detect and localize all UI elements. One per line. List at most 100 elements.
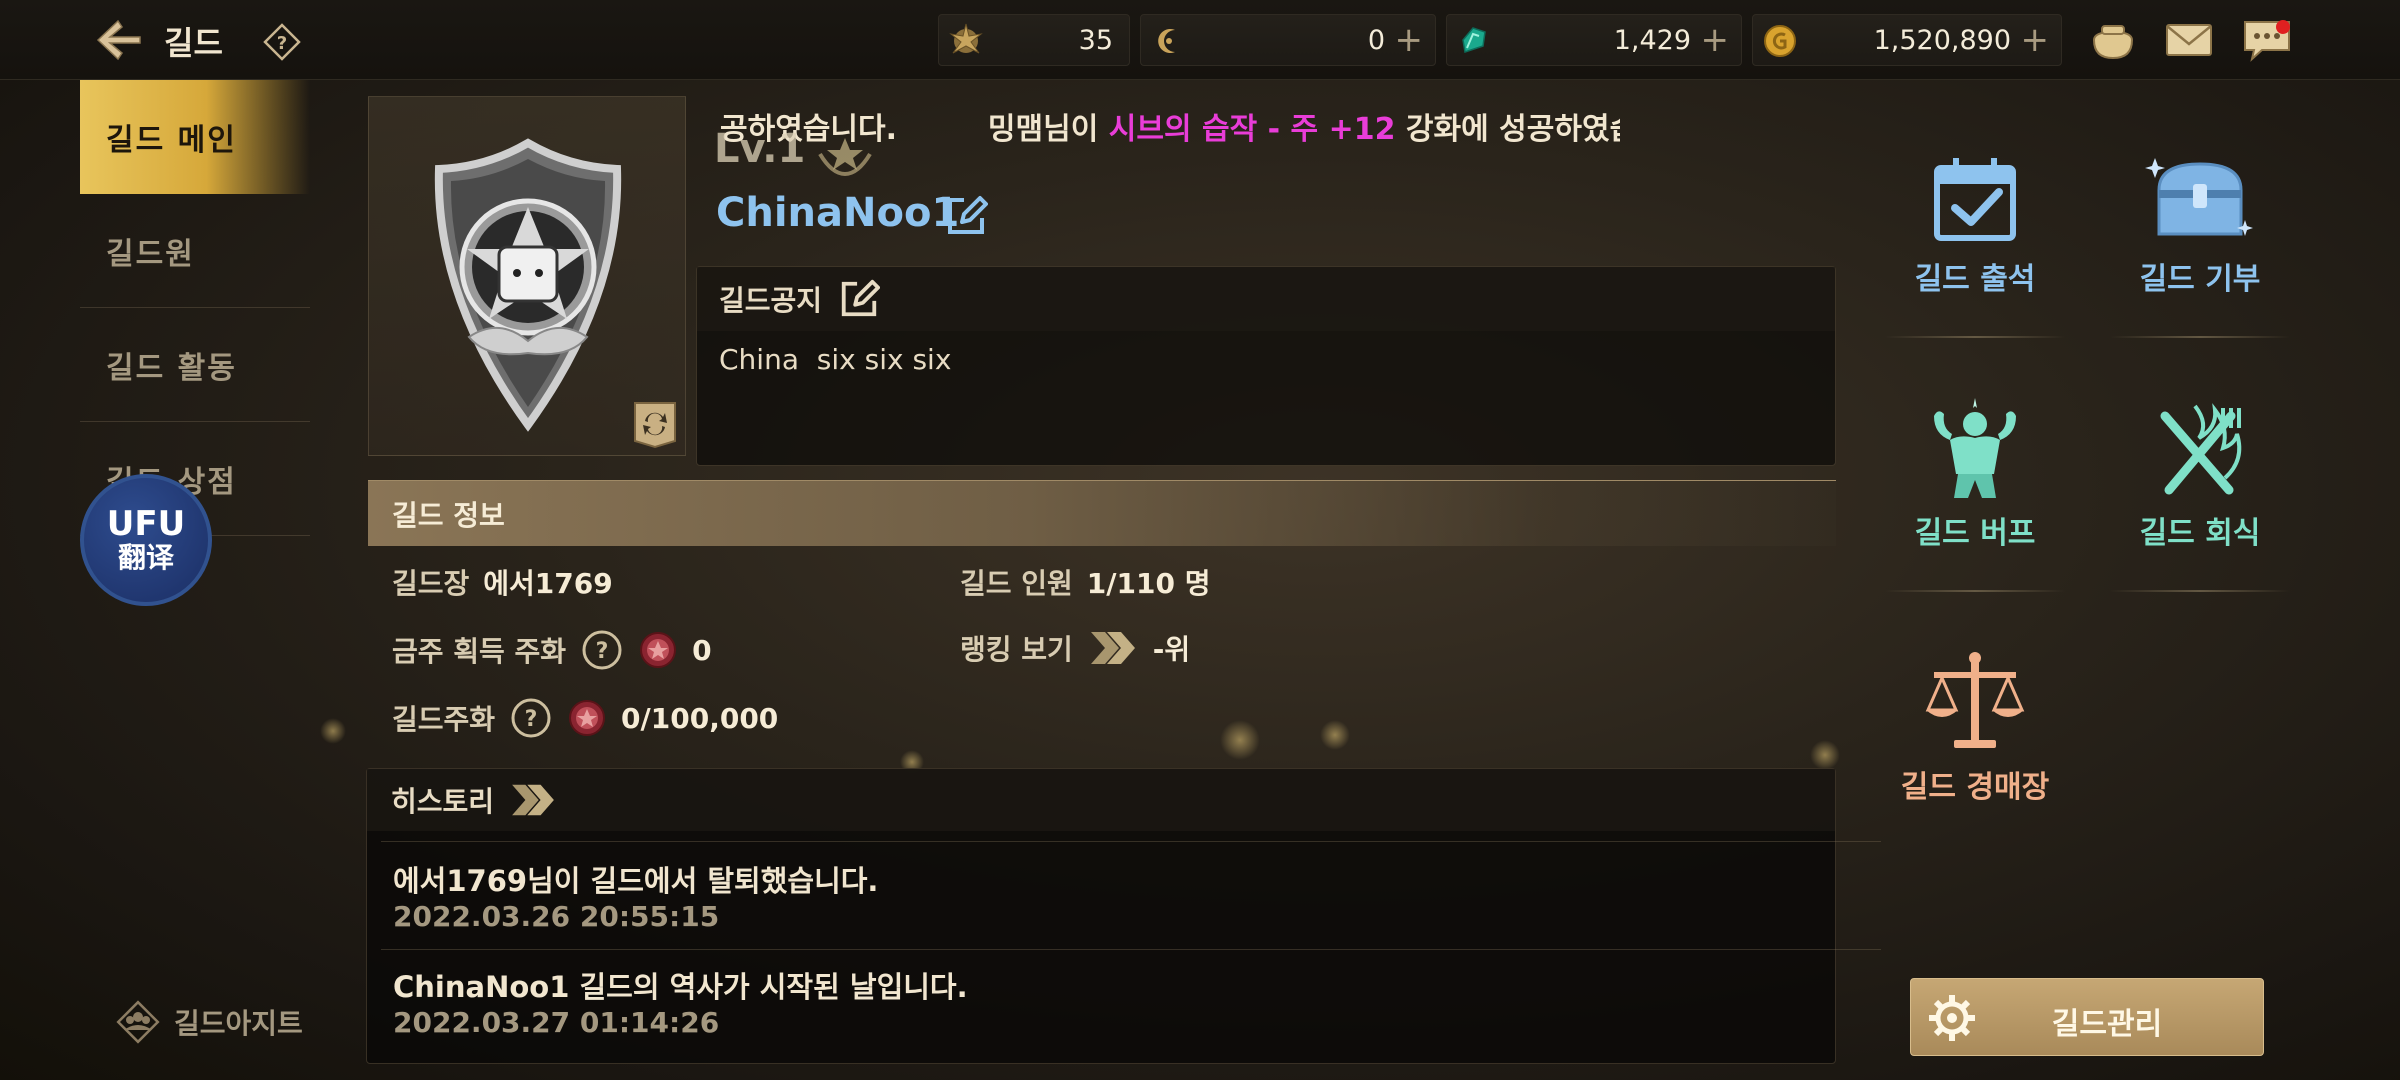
buff-button[interactable]: 길드 버프 <box>1875 394 2075 552</box>
translate-logo: UFU <box>106 504 186 544</box>
ranking-label: 랭킹 보기 <box>960 633 1073 666</box>
top-bar: 길드 ? 35 0 + 1,429 + 1,520,890 + <box>0 0 2400 80</box>
svg-text:?: ? <box>596 639 609 664</box>
guild-notice-panel: 길드공지 China six six six <box>696 266 1836 466</box>
nav-item-activity[interactable]: 길드 활동 <box>80 308 310 422</box>
divider <box>1885 336 2065 338</box>
left-nav: 길드 메인 길드원 길드 활동 길드 상점 <box>80 80 310 536</box>
notice-text: China six six six <box>719 343 952 376</box>
leader-label: 길드장 <box>392 567 470 600</box>
history-item: ChinaNoo1 길드의 역사가 시작된 날입니다. 2022.03.27 0… <box>381 949 1881 1053</box>
bag-button[interactable] <box>2086 14 2140 66</box>
ranking-row[interactable]: 랭킹 보기 -위 <box>960 628 1190 668</box>
history-title: 히스토리 <box>391 785 495 818</box>
leader-value: 에서1769 <box>483 567 613 600</box>
nav-item-members[interactable]: 길드원 <box>80 194 310 308</box>
donation-label: 길드 기부 <box>2139 262 2261 297</box>
guild-coin-icon <box>640 632 677 668</box>
page-title: 길드 <box>164 24 223 62</box>
buff-label: 길드 버프 <box>1914 516 2036 551</box>
history-message: ChinaNoo1 길드의 역사가 시작된 날입니다. <box>393 970 968 1004</box>
notification-dot <box>2276 20 2290 34</box>
edit-notice-icon[interactable] <box>838 278 881 320</box>
guild-info-title: 길드 정보 <box>392 498 505 532</box>
attendance-label: 길드 출석 <box>1914 262 2036 297</box>
double-chevron-right-icon[interactable] <box>1087 628 1139 668</box>
fork-knife-icon <box>2160 403 2242 495</box>
guild-hideout-button[interactable]: 길드아지트 <box>110 998 303 1046</box>
donation-button[interactable]: 길드 기부 <box>2100 150 2300 298</box>
guild-coins-value: 0/100,000 <box>621 701 779 735</box>
back-button[interactable] <box>92 14 148 66</box>
leader-row: 길드장 에서1769 <box>392 562 613 602</box>
notice-title: 길드공지 <box>719 284 823 317</box>
svg-text:?: ? <box>277 33 287 54</box>
ticker-user: 밍맴님이 <box>987 112 1109 147</box>
back-arrow-icon <box>96 19 141 61</box>
nav-item-label: 길드원 <box>106 236 195 272</box>
chat-button[interactable] <box>2240 14 2294 66</box>
help-button[interactable]: ? <box>262 22 302 62</box>
history-time: 2022.03.27 01:14:26 <box>393 1006 720 1039</box>
divider <box>2110 336 2290 338</box>
translate-button[interactable]: UFU 翻译 <box>80 474 212 606</box>
hideout-icon <box>116 1000 160 1044</box>
members-value: 1/110 명 <box>1086 567 1211 600</box>
dinner-button[interactable]: 길드 회식 <box>2100 394 2300 552</box>
history-message: 에서1769님이 길드에서 탈퇴했습니다. <box>393 864 879 898</box>
add-gold-button[interactable]: + <box>2021 23 2050 57</box>
mail-icon <box>2166 24 2212 56</box>
pouch-icon <box>2092 25 2134 60</box>
help-weekly-icon[interactable]: ? <box>580 628 624 672</box>
question-icon: ? <box>263 23 301 61</box>
level-badge-icon <box>818 138 872 177</box>
dinner-label: 길드 회식 <box>2139 516 2261 551</box>
translate-label: 翻译 <box>117 541 174 574</box>
edit-icon <box>948 196 988 234</box>
green-gem-icon <box>1462 27 1486 53</box>
auction-button[interactable]: 길드 경매장 <box>1875 648 2075 806</box>
guild-level: Lv.1 <box>714 126 806 172</box>
history-time: 2022.03.26 20:55:15 <box>393 900 720 933</box>
star-medal-icon <box>949 23 983 54</box>
currency-star: 35 <box>938 14 1130 66</box>
guild-coins-row: 길드주화 ? 0/100,000 <box>392 696 778 740</box>
change-emblem-button[interactable] <box>633 401 677 449</box>
currency-gold: 1,520,890 + <box>1752 14 2062 66</box>
ticker-suffix: 강화에 성공하였습니다. <box>1405 112 1620 147</box>
currency-value: 35 <box>1078 25 1113 56</box>
nav-item-guild-main[interactable]: 길드 메인 <box>80 80 310 194</box>
currency-value: 0 <box>1367 25 1385 56</box>
mail-button[interactable] <box>2162 14 2216 66</box>
weekly-coins-row: 금주 획득 주화 ? 0 <box>392 628 712 672</box>
currency-gem: 1,429 + <box>1446 14 1742 66</box>
ticker-item: 시브의 습작 - 주 +12 <box>1108 112 1396 147</box>
add-gem-button[interactable]: + <box>1701 23 1730 57</box>
double-chevron-right-icon[interactable] <box>508 781 558 819</box>
calendar-check-icon <box>1934 158 2016 241</box>
scales-icon <box>1925 652 2025 748</box>
guild-name: ChinaNoo1 <box>716 190 960 236</box>
nav-item-label: 길드 활동 <box>106 350 237 386</box>
notice-header: 길드공지 <box>697 267 1835 331</box>
add-crescent-button[interactable]: + <box>1395 23 1424 57</box>
crescent-coin-icon <box>1158 29 1175 53</box>
guild-coins-label: 길드주화 <box>392 703 496 736</box>
edit-guild-name-button[interactable] <box>944 194 988 238</box>
muscle-man-icon <box>1934 398 2016 498</box>
help-guild-coins-icon[interactable]: ? <box>509 696 553 740</box>
svg-text:?: ? <box>525 707 538 732</box>
hideout-label: 길드아지트 <box>174 1007 303 1040</box>
nav-item-label: 길드 메인 <box>106 123 237 158</box>
weekly-coins-value: 0 <box>692 633 712 667</box>
divider <box>1885 590 2065 592</box>
guild-emblem-panel <box>368 96 686 456</box>
history-panel: 히스토리 에서1769님이 길드에서 탈퇴했습니다. 2022.03.26 20… <box>366 768 1881 1064</box>
ranking-value: -위 <box>1152 633 1191 666</box>
attendance-button[interactable]: 길드 출석 <box>1875 150 2075 298</box>
history-header[interactable]: 히스토리 <box>367 769 1835 831</box>
gold-coin-icon <box>1764 25 1796 57</box>
guild-manage-label: 길드관리 <box>2051 1007 2163 1042</box>
currency-value: 1,520,890 <box>1873 25 2011 56</box>
guild-manage-button[interactable]: 길드관리 <box>1910 978 2264 1056</box>
